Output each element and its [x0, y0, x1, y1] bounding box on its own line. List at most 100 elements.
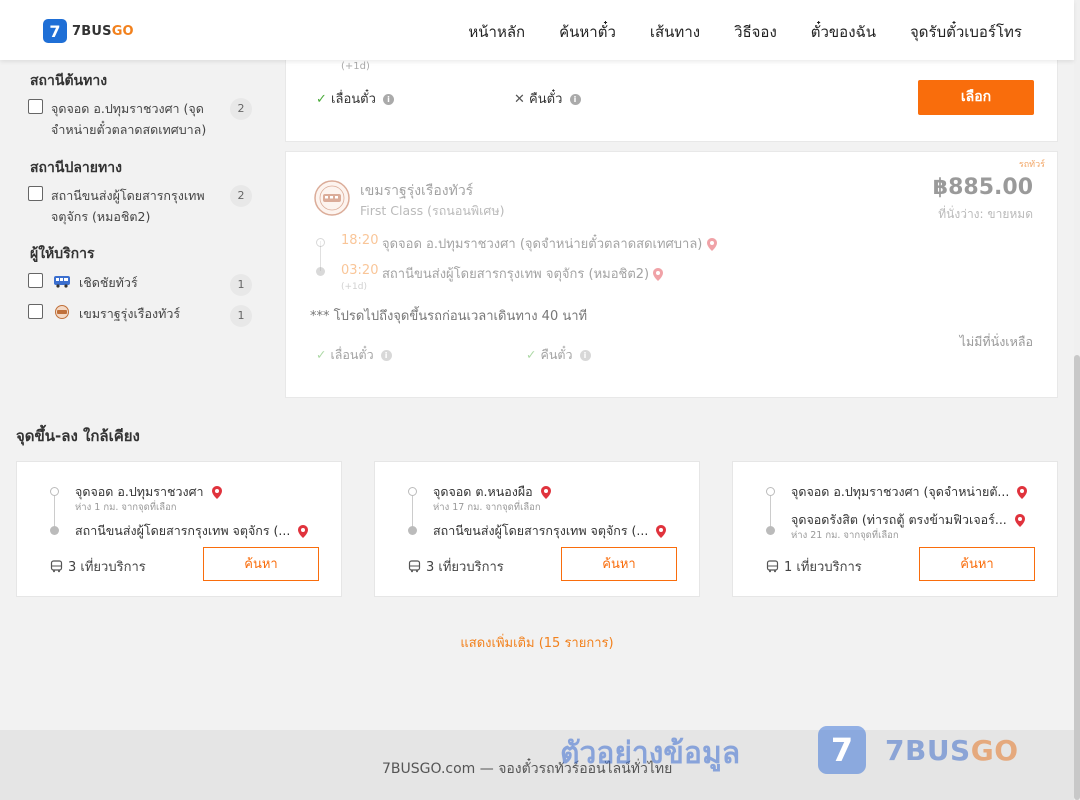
refund-label: คืนตั๋ว: [529, 92, 563, 107]
nav-search-ticket[interactable]: ค้นหาตั๋ว: [559, 20, 616, 44]
depart-time: 18:20: [341, 233, 379, 248]
route-line: [54, 491, 55, 531]
main-nav: หน้าหลัก ค้นหาตั๋ว เส้นทาง วิธีจอง ตั๋วข…: [468, 20, 1022, 44]
trip-count: 1 เที่ยวบริการ: [766, 556, 862, 577]
scrollbar-thumb[interactable]: [1074, 355, 1080, 800]
nearby-route-card: จุดจอด อ.ปทุมราชวงศา (จุดจำหน่ายตั... จุ…: [732, 461, 1058, 597]
origin-filter-item[interactable]: จุดจอด อ.ปทุมราชวงศา (จุดจำหน่ายตั๋วตลาด…: [28, 98, 254, 140]
origin-count-badge: 2: [230, 98, 252, 120]
origin-dot: [766, 487, 775, 496]
dest-filter-title: สถานีปลายทาง: [30, 160, 122, 176]
seats-available: ที่นั่งว่าง: ขายหมด: [938, 207, 1033, 221]
nearby-origin-distance: ห่าง 17 กม. จากจุดที่เลือก: [433, 502, 541, 513]
logo-mark: 7: [43, 19, 67, 43]
route-line: [412, 491, 413, 531]
show-more-link[interactable]: แสดงเพิ่มเติม (15 รายการ): [0, 632, 1074, 653]
nearby-destination-distance: ห่าง 21 กม. จากจุดที่เลือก: [791, 530, 899, 541]
depart-station: จุดจอด อ.ปทุมราชวงศา (จุดจำหน่ายตั๋วตลาด…: [382, 233, 717, 254]
arrival-day-label: (+1d): [341, 282, 368, 292]
dest-dot: [408, 526, 417, 535]
origin-checkbox[interactable]: [28, 99, 43, 114]
bus-icon: [408, 560, 421, 573]
nav-pickup-points[interactable]: จุดรับตั๋วเบอร์โทร: [910, 20, 1022, 44]
reschedule-policy: ✓ เลื่อนตั๋ว i: [316, 88, 395, 109]
nearby-origin-distance: ห่าง 1 กม. จากจุดที่เลือก: [75, 502, 177, 513]
nearby-destination: สถานีขนส่งผู้โดยสารกรุงเทพ จตุจักร (...: [433, 521, 669, 541]
nearby-search-button[interactable]: ค้นหา: [203, 547, 319, 581]
dest-checkbox[interactable]: [28, 186, 43, 201]
nearby-section-title: จุดขึ้น-ลง ใกล้เคียง: [16, 427, 140, 445]
check-icon: ✓: [526, 347, 537, 362]
check-icon: ✓: [316, 347, 327, 362]
watermark-logo-mark: 7: [818, 726, 866, 774]
map-pin-icon[interactable]: [298, 525, 309, 538]
map-pin-icon[interactable]: [540, 486, 551, 499]
info-icon[interactable]: i: [569, 94, 581, 105]
map-pin-icon[interactable]: [706, 238, 717, 251]
bus-logo-icon: [54, 276, 70, 288]
nearby-search-button[interactable]: ค้นหา: [561, 547, 677, 581]
operator-filter-label: เชิดชัยทัวร์: [79, 275, 138, 290]
bus-class: First Class (รถนอนพิเศษ): [360, 203, 505, 218]
nearby-route-card: จุดจอด อ.ปทุมราชวงศา ห่าง 1 กม. จากจุดที…: [16, 461, 342, 597]
map-pin-icon[interactable]: [1014, 514, 1025, 527]
reschedule-label: เลื่อนตั๋ว: [330, 347, 374, 362]
sold-out-label: ไม่มีที่นั่งเหลือ: [959, 334, 1033, 349]
info-icon[interactable]: i: [579, 350, 591, 361]
operator-checkbox[interactable]: [28, 304, 43, 319]
map-pin-icon[interactable]: [1017, 486, 1027, 499]
reschedule-label: เลื่อนตั๋ว: [331, 92, 376, 107]
operator-count-badge: 1: [230, 274, 252, 296]
nav-how-to-book[interactable]: วิธีจอง: [734, 20, 777, 44]
nearby-route-card: จุดจอด ต.หนองผือ ห่าง 17 กม. จากจุดที่เล…: [374, 461, 700, 597]
nav-routes[interactable]: เส้นทาง: [650, 20, 700, 44]
company-seal-icon: [55, 305, 69, 319]
trip-card-sold-out: รถทัวร์ เขมราฐรุ่งเรืองทัวร์ First Class…: [285, 151, 1058, 398]
info-icon[interactable]: i: [383, 94, 395, 105]
bus-icon: [766, 560, 779, 573]
bus-icon: [50, 560, 63, 573]
trip-count-label: 3 เที่ยวบริการ: [68, 560, 146, 575]
reschedule-policy: ✓ เลื่อนตั๋ว i: [316, 345, 392, 365]
operator-filter-item[interactable]: เชิดชัยทัวร์ 1: [28, 272, 254, 296]
nav-home[interactable]: หน้าหลัก: [468, 20, 525, 44]
origin-dot: [50, 487, 59, 496]
nearby-origin: จุดจอด อ.ปทุมราชวงศา (จุดจำหน่ายตั...: [791, 482, 1027, 502]
dest-filter-item[interactable]: สถานีขนส่งผู้โดยสารกรุงเทพ จตุจักร (หมอช…: [28, 185, 254, 227]
dest-dot: [316, 267, 325, 276]
operator-checkbox[interactable]: [28, 273, 43, 288]
select-trip-button[interactable]: เลือก: [918, 80, 1034, 115]
operator-filter-item[interactable]: เขมราฐรุ่งเรืองทัวร์ 1: [28, 303, 254, 327]
top-header: 7 7BUSGO หน้าหลัก ค้นหาตั๋ว เส้นทาง วิธี…: [0, 0, 1074, 60]
nearby-destination: จุดจอดรังสิต (ท่ารถตู้ ตรงข้ามฟิวเจอร์..…: [791, 510, 1027, 530]
brand-logo[interactable]: 7 7BUSGO: [43, 19, 134, 43]
dest-dot: [50, 526, 59, 535]
map-pin-icon[interactable]: [653, 268, 664, 281]
origin-dot: [408, 487, 417, 496]
nearby-origin: จุดจอด อ.ปทุมราชวงศา: [75, 482, 311, 502]
nearby-origin: จุดจอด ต.หนองผือ: [433, 482, 669, 502]
boarding-notice: *** โปรดไปถึงจุดขึ้นรถก่อนเวลาเดินทาง 40…: [310, 309, 588, 324]
check-icon: ✓: [316, 92, 327, 107]
refund-policy: ✓ คืนตั๋ว i: [526, 345, 591, 365]
origin-dot: [316, 238, 325, 247]
map-pin-icon[interactable]: [211, 486, 222, 499]
trip-count: 3 เที่ยวบริการ: [50, 556, 146, 577]
trip-count-label: 3 เที่ยวบริการ: [426, 560, 504, 575]
bus-type-badge: รถทัวร์: [1018, 160, 1045, 170]
operator-count-badge: 1: [230, 305, 252, 327]
refund-label: คืนตั๋ว: [540, 347, 573, 362]
trip-price: ฿885.00: [932, 175, 1033, 200]
origin-filter-title: สถานีต้นทาง: [30, 73, 108, 89]
cross-icon: ✕: [514, 92, 525, 107]
operator-filter-label: เขมราฐรุ่งเรืองทัวร์: [79, 306, 181, 321]
nav-my-tickets[interactable]: ตั๋วของฉัน: [811, 20, 876, 44]
watermark-brand: 7BUSGO: [885, 734, 1019, 767]
info-icon[interactable]: i: [380, 350, 392, 361]
map-pin-icon[interactable]: [656, 525, 667, 538]
nearby-search-button[interactable]: ค้นหา: [919, 547, 1035, 581]
dest-filter-label: สถานีขนส่งผู้โดยสารกรุงเทพ จตุจักร (หมอช…: [51, 188, 205, 224]
operator-seal-logo: [314, 180, 350, 216]
refund-policy: ✕ คืนตั๋ว i: [514, 88, 581, 109]
arrival-day-label: (+1d): [341, 61, 370, 72]
